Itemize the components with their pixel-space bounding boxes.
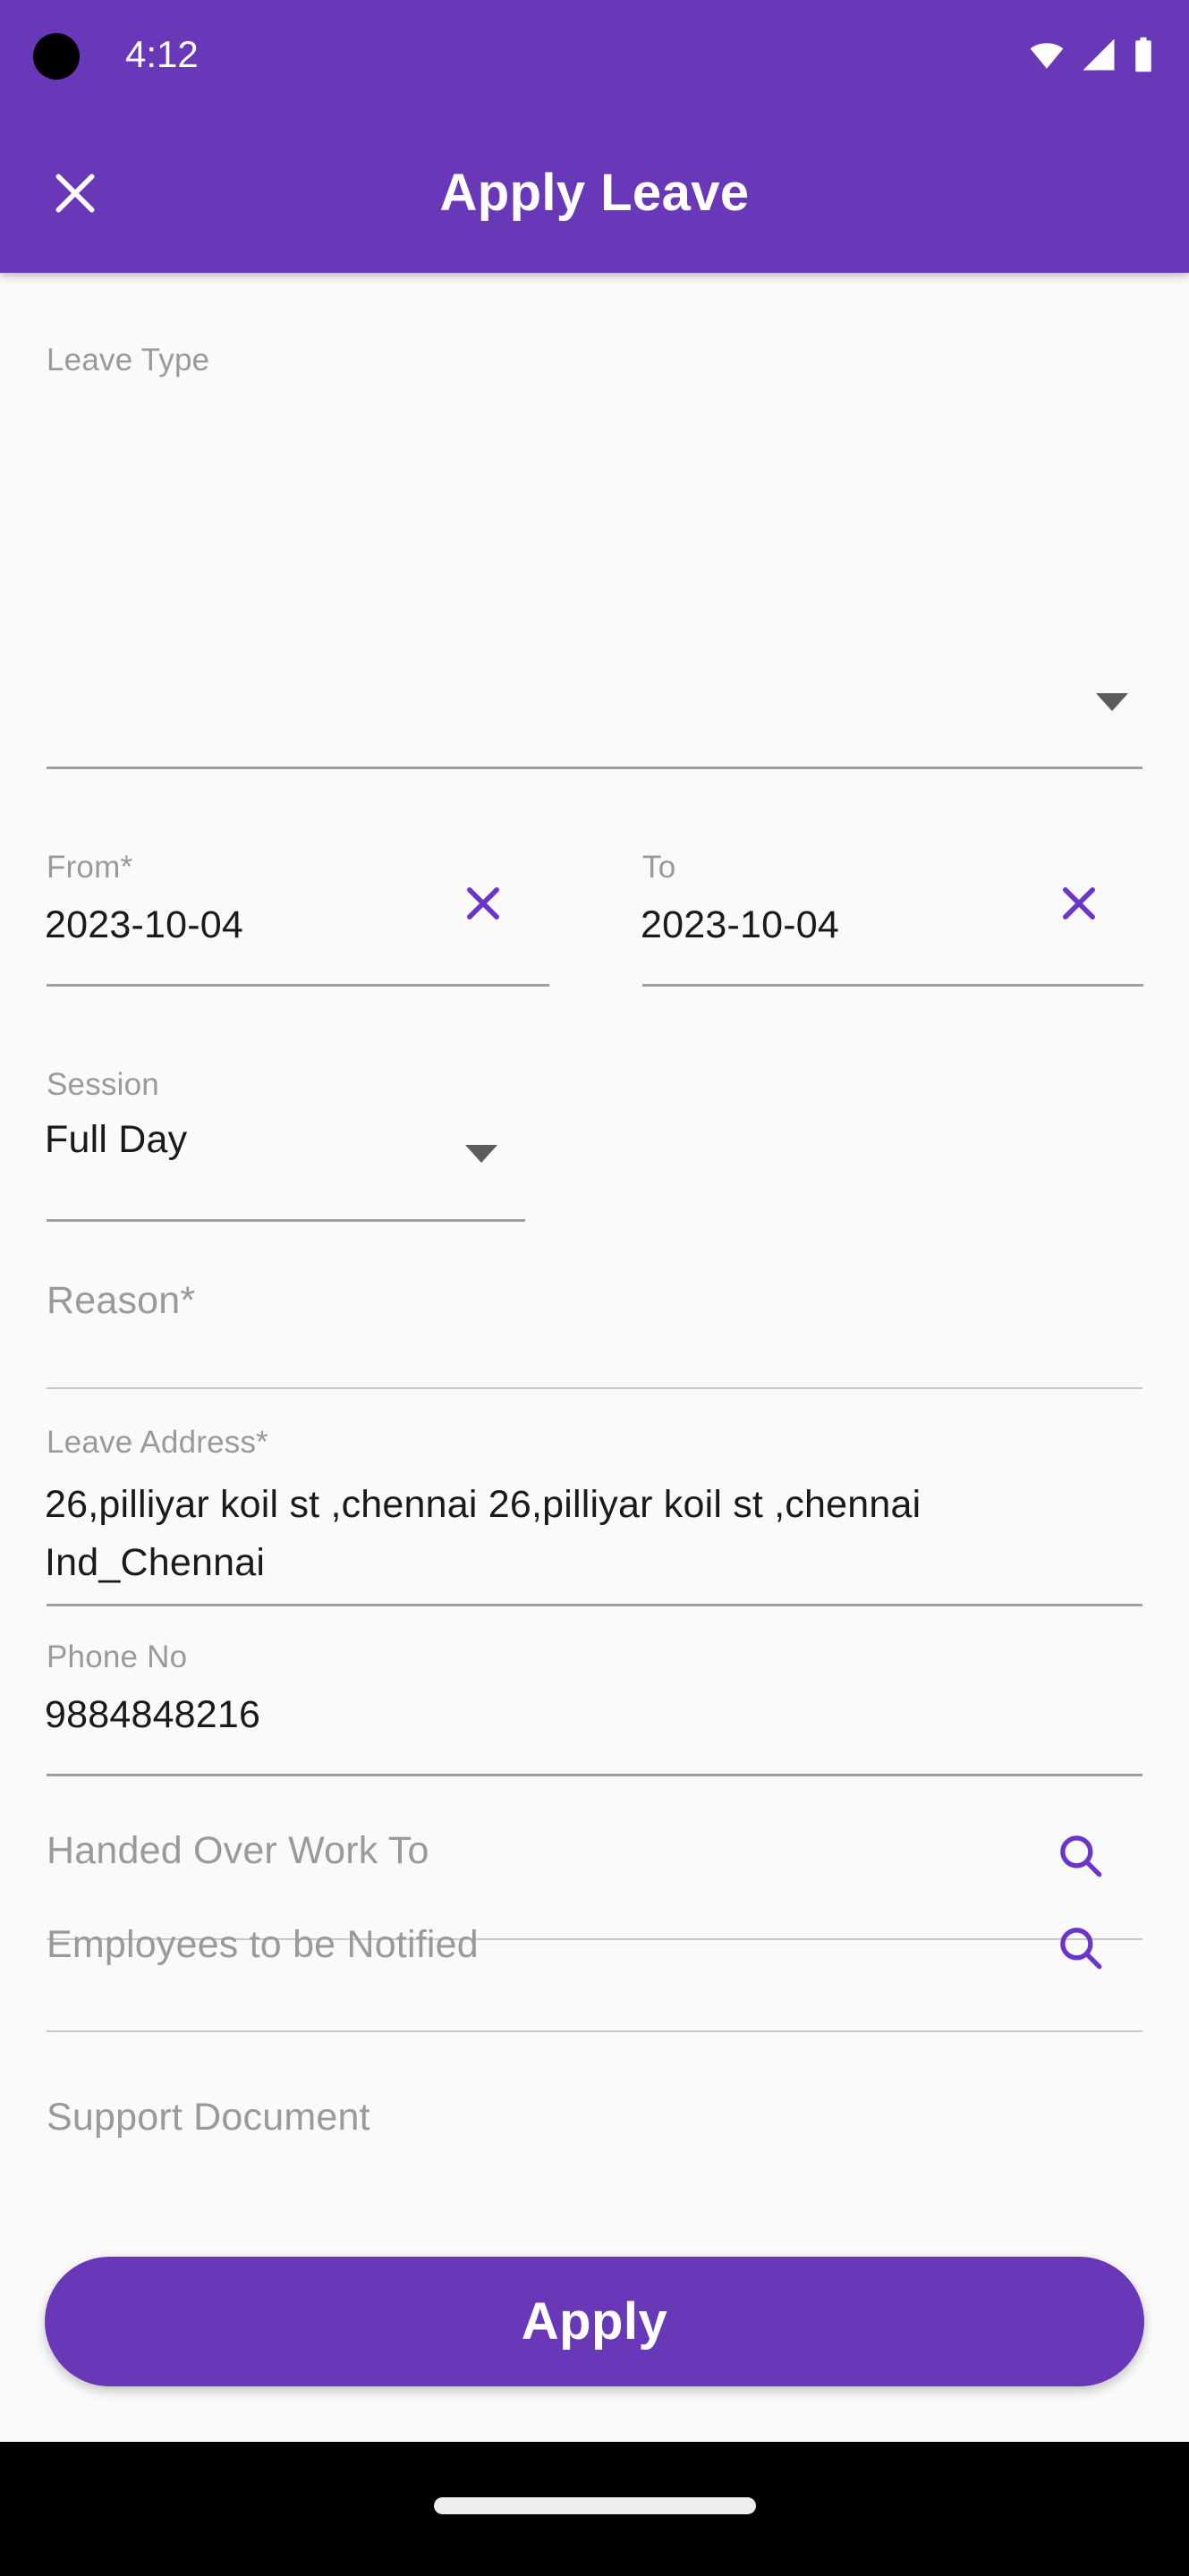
to-date-underline [642,984,1143,987]
page-title: Apply Leave [439,164,750,222]
cell-signal-icon [1080,36,1117,73]
apply-leave-form: Leave Type From* 2023-10-04 To 2023-10-0… [0,273,1189,2576]
leave-address-underline [47,1604,1142,1606]
employees-to-be-notified-underline [47,2030,1142,2032]
to-date-label: To [642,850,676,885]
employees-to-be-notified-label[interactable]: Employees to be Notified [47,1923,479,1967]
system-navigation-bar [0,2442,1189,2576]
from-date-value[interactable]: 2023-10-04 [45,903,243,947]
from-date-underline [47,984,549,987]
home-gesture-pill[interactable] [433,2497,756,2514]
session-underline [47,1219,525,1222]
reason-label[interactable]: Reason* [47,1279,195,1323]
phone-no-value[interactable]: 9884848216 [45,1693,260,1737]
status-bar-clock: 4:12 [125,33,199,75]
to-date-value[interactable]: 2023-10-04 [641,903,839,947]
session-label: Session [47,1067,159,1102]
apply-button[interactable]: Apply [45,2257,1144,2386]
leave-address-value[interactable]: 26,pilliyar koil st ,chennai 26,pilliyar… [45,1476,1100,1592]
handed-over-work-to-label[interactable]: Handed Over Work To [47,1829,429,1873]
leave-type-label: Leave Type [47,343,210,377]
leave-type-chevron-down-icon[interactable] [1096,693,1128,711]
support-document-label: Support Document [47,2096,370,2139]
session-chevron-down-icon[interactable] [465,1145,497,1163]
phone-no-label: Phone No [47,1640,188,1674]
to-date-clear-x-icon[interactable] [1054,878,1104,928]
session-value[interactable]: Full Day [45,1118,187,1162]
from-date-label: From* [47,850,133,885]
camera-punch-hole [33,33,80,80]
battery-icon [1132,36,1155,73]
phone-no-underline [47,1774,1142,1776]
leave-type-underline [47,767,1142,769]
wifi-icon [1028,36,1066,73]
phone-screen: 4:12 Apply Leave Leave Type From* 2023-1… [0,0,1189,2576]
app-bar: Apply Leave [0,98,1189,273]
employees-to-be-notified-search-icon[interactable] [1054,1921,1106,1973]
status-bar-icons [1028,36,1155,73]
status-bar: 4:12 [0,0,1189,98]
reason-underline [47,1387,1142,1389]
from-date-clear-x-icon[interactable] [458,878,508,928]
handed-over-work-to-search-icon[interactable] [1054,1829,1106,1881]
footer-panel: Apply [0,2214,1189,2442]
leave-address-label: Leave Address* [47,1425,268,1460]
